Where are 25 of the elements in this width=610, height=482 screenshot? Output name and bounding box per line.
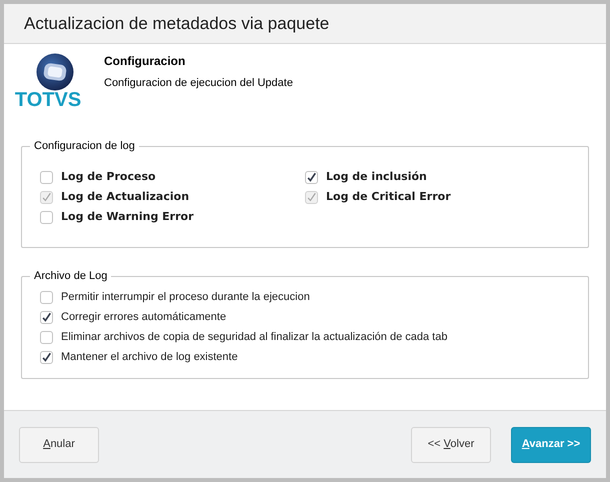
checkbox-label: Log de Actualizacion	[61, 188, 190, 205]
group-legend: Configuracion de log	[30, 139, 139, 153]
group-legend: Archivo de Log	[30, 269, 112, 283]
checkbox-label: Log de Critical Error	[326, 188, 451, 205]
checkbox-label: Corregir errores automáticamente	[61, 310, 226, 325]
page-subtitle: Configuracion de ejecucion del Update	[104, 76, 293, 91]
checkbox-label: Mantener el archivo de log existente	[61, 350, 238, 365]
checkbox[interactable]	[40, 310, 53, 324]
checkbox-label: Log de inclusión	[326, 168, 427, 185]
checkbox[interactable]	[40, 330, 53, 344]
checkbox-label: Log de Warning Error	[61, 208, 194, 225]
button[interactable]: << Volver	[411, 426, 491, 462]
checkbox[interactable]	[305, 170, 318, 184]
checkbox[interactable]	[40, 170, 53, 184]
checkbox[interactable]	[40, 290, 53, 304]
window-title: Actualizacion de metadados via paquete	[24, 12, 330, 35]
checkbox-label: Log de Proceso	[61, 168, 156, 185]
checkbox-label: Eliminar archivos de copia de seguridad al finalizar la actualización de cada tab	[61, 330, 448, 345]
button[interactable]: Anular	[19, 426, 99, 462]
checkbox[interactable]	[40, 210, 53, 224]
logo-icon	[35, 53, 75, 91]
checkbox-label: Permitir interrumpir el proceso durante la ejecucion	[61, 290, 310, 305]
checkbox[interactable]	[40, 350, 53, 364]
page-title: Configuracion	[104, 53, 186, 70]
logo-text: TOTVS	[14, 90, 82, 110]
